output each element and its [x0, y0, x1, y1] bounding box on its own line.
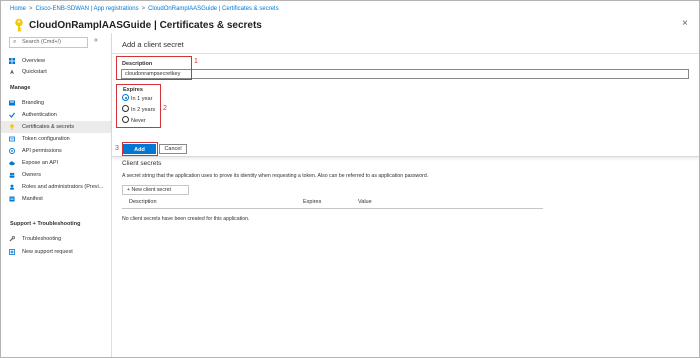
breadcrumb-home[interactable]: Home — [10, 6, 26, 12]
branding-icon — [9, 100, 15, 106]
sidebar-item-label: Expose an API — [22, 160, 59, 166]
key-icon — [10, 124, 14, 130]
sidebar: ⌕ Search (Cmd+/) « Overview Quickstart M… — [1, 33, 112, 357]
sidebar-item-troubleshooting[interactable]: Troubleshooting — [1, 233, 111, 245]
sidebar-item-branding[interactable]: Branding — [1, 97, 111, 109]
breadcrumb-app-registrations[interactable]: Cisco-ENB-SDWAN | App registrations — [36, 6, 139, 12]
annotation-step-2: 2 — [163, 105, 167, 112]
sidebar-item-label: Manifest — [22, 196, 43, 202]
sidebar-item-label: Token configuration — [22, 136, 70, 142]
cancel-button[interactable]: Cancel — [159, 144, 187, 154]
search-placeholder: Search (Cmd+/) — [22, 39, 61, 45]
description-input[interactable] — [121, 69, 689, 79]
collapse-icon[interactable]: « — [94, 37, 98, 44]
sidebar-item-owners[interactable]: Owners — [1, 169, 111, 181]
manifest-icon — [9, 196, 15, 202]
client-secrets-heading: Client secrets — [122, 160, 162, 167]
sidebar-item-authentication[interactable]: Authentication — [1, 109, 111, 121]
breadcrumb-current[interactable]: CloudOnRamplAASGuide | Certificates & se… — [148, 6, 279, 12]
column-header-description[interactable]: Description — [129, 199, 157, 205]
annotation-step-1: 1 — [194, 58, 198, 65]
key-icon — [15, 18, 23, 32]
search-icon: ⌕ — [13, 39, 17, 45]
sidebar-item-label: API permissions — [22, 148, 62, 154]
new-client-secret-button[interactable]: + New client secret — [122, 185, 189, 195]
sidebar-item-label: Owners — [22, 172, 41, 178]
dialog-divider — [112, 53, 699, 54]
token-icon — [9, 136, 15, 142]
sidebar-section-manage: Manage — [10, 85, 31, 91]
annotation-box-add — [122, 142, 158, 156]
sidebar-item-manifest[interactable]: Manifest — [1, 193, 111, 205]
sidebar-section-support: Support + Troubleshooting — [10, 221, 81, 227]
sidebar-item-label: Overview — [22, 58, 45, 64]
add-client-secret-dialog: Add a client secret Description Expires … — [112, 34, 699, 157]
breadcrumb-separator: > — [141, 6, 146, 12]
sidebar-item-token-configuration[interactable]: Token configuration — [1, 133, 111, 145]
auth-icon — [9, 112, 15, 118]
cloud-icon — [9, 161, 15, 166]
sidebar-item-label: New support request — [22, 249, 73, 255]
sidebar-item-label: Roles and administrators (Previ... — [22, 184, 104, 190]
sidebar-item-expose-api[interactable]: Expose an API — [1, 157, 111, 169]
sidebar-item-label: Branding — [22, 100, 45, 106]
table-divider — [122, 208, 543, 209]
dialog-title: Add a client secret — [122, 40, 184, 49]
annotation-step-3: 3 — [115, 145, 119, 152]
sidebar-item-label: Certificates & secrets — [22, 124, 74, 130]
close-icon[interactable]: × — [682, 18, 688, 29]
sidebar-item-new-support-request[interactable]: New support request — [1, 246, 111, 258]
roles-icon — [10, 184, 14, 190]
rocket-icon — [10, 69, 14, 74]
page-title: CloudOnRamplAASGuide | Certificates & se… — [29, 20, 262, 31]
sidebar-item-api-permissions[interactable]: API permissions — [1, 145, 111, 157]
breadcrumb-separator: > — [29, 6, 33, 12]
permissions-icon — [9, 148, 15, 154]
support-icon — [9, 249, 15, 255]
portal-window: Home > Cisco-ENB-SDWAN | App registrations… — [0, 0, 700, 358]
sidebar-item-quickstart[interactable]: Quickstart — [1, 66, 111, 78]
empty-state-message: No client secrets have been created for … — [122, 216, 250, 222]
sidebar-item-label: Troubleshooting — [22, 236, 62, 242]
wrench-icon — [9, 236, 15, 242]
sidebar-item-label: Authentication — [22, 112, 57, 118]
search-input[interactable]: ⌕ Search (Cmd+/) — [9, 37, 88, 48]
column-header-value[interactable]: Value — [358, 199, 372, 205]
column-header-expires[interactable]: Expires — [303, 199, 321, 205]
grid-icon — [9, 58, 15, 64]
client-secrets-description: A secret string that the application use… — [122, 173, 429, 179]
sidebar-item-certificates-secrets[interactable]: Certificates & secrets — [1, 121, 111, 133]
sidebar-item-roles-administrators[interactable]: Roles and administrators (Previ... — [1, 181, 111, 193]
annotation-box-expires — [116, 84, 161, 128]
annotation-box-description — [116, 56, 192, 80]
owners-icon — [9, 172, 15, 178]
sidebar-item-label: Quickstart — [22, 69, 47, 75]
